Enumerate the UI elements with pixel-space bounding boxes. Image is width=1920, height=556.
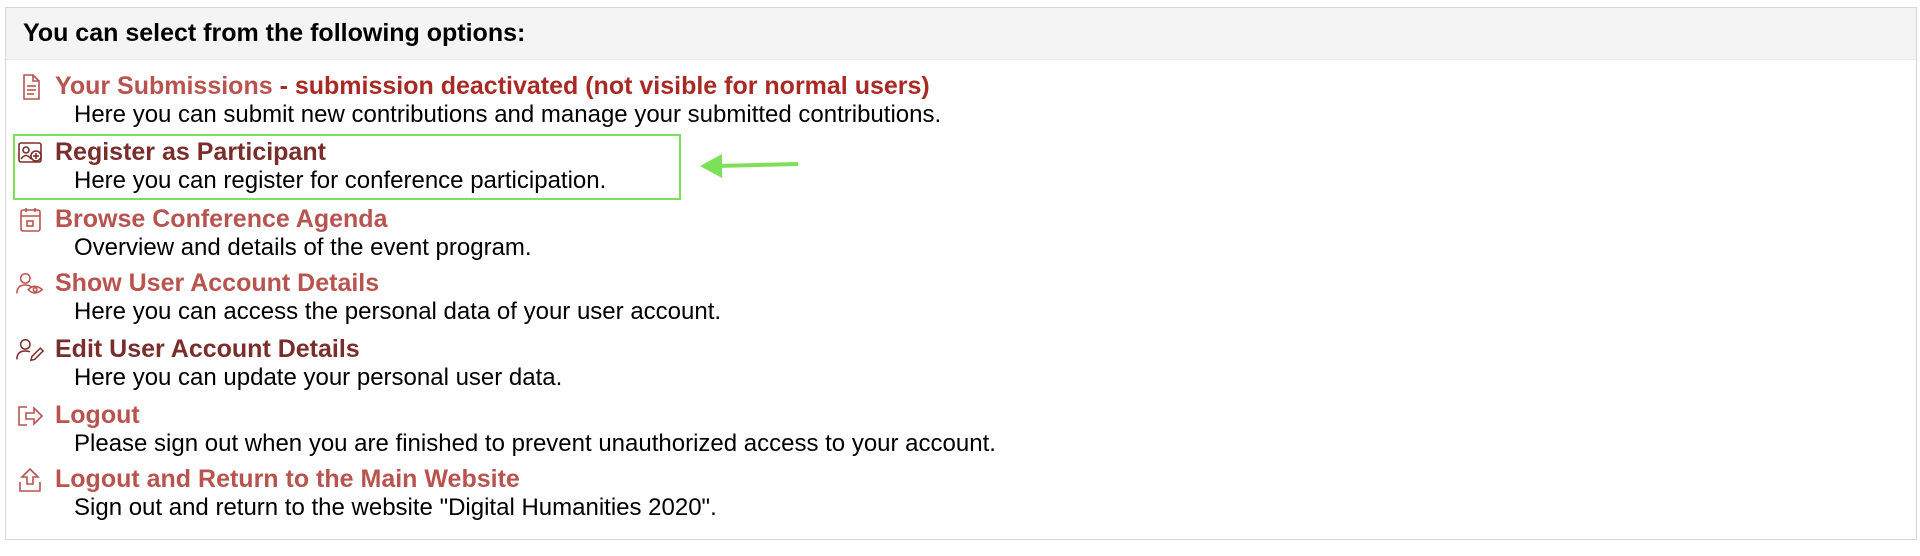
logout-return-description: Sign out and return to the website "Digi…: [74, 494, 717, 521]
logout-description: Please sign out when you are finished to…: [74, 430, 996, 457]
logout-return-link[interactable]: Logout and Return to the Main Website: [55, 464, 520, 494]
show-account-link[interactable]: Show User Account Details: [55, 268, 379, 298]
user-edit-icon: [15, 336, 45, 364]
browse-agenda-description: Overview and details of the event progra…: [74, 234, 532, 261]
edit-account-description: Here you can update your personal user d…: [74, 364, 563, 391]
edit-account-link[interactable]: Edit User Account Details: [55, 334, 360, 364]
user-eye-icon: [15, 270, 45, 298]
highlight-annotation-box: [13, 134, 681, 200]
show-account-description: Here you can access the personal data of…: [74, 298, 722, 325]
calendar-icon: [15, 206, 45, 234]
browse-agenda-link[interactable]: Browse Conference Agenda: [55, 204, 387, 234]
logout-icon: [15, 402, 45, 430]
panel-header: You can select from the following option…: [6, 8, 1916, 60]
document-icon: [15, 73, 45, 101]
submission-deactivated-note: - submission deactivated (not visible fo…: [272, 72, 930, 100]
your-submissions-link[interactable]: Your Submissions - submission deactivate…: [55, 71, 930, 101]
your-submissions-description: Here you can submit new contributions an…: [74, 101, 942, 128]
page-title: You can select from the following option…: [23, 19, 526, 47]
upload-exit-icon: [15, 466, 45, 494]
your-submissions-label: Your Submissions: [55, 72, 273, 100]
logout-link[interactable]: Logout: [55, 400, 140, 430]
arrow-annotation-icon: [700, 154, 799, 178]
